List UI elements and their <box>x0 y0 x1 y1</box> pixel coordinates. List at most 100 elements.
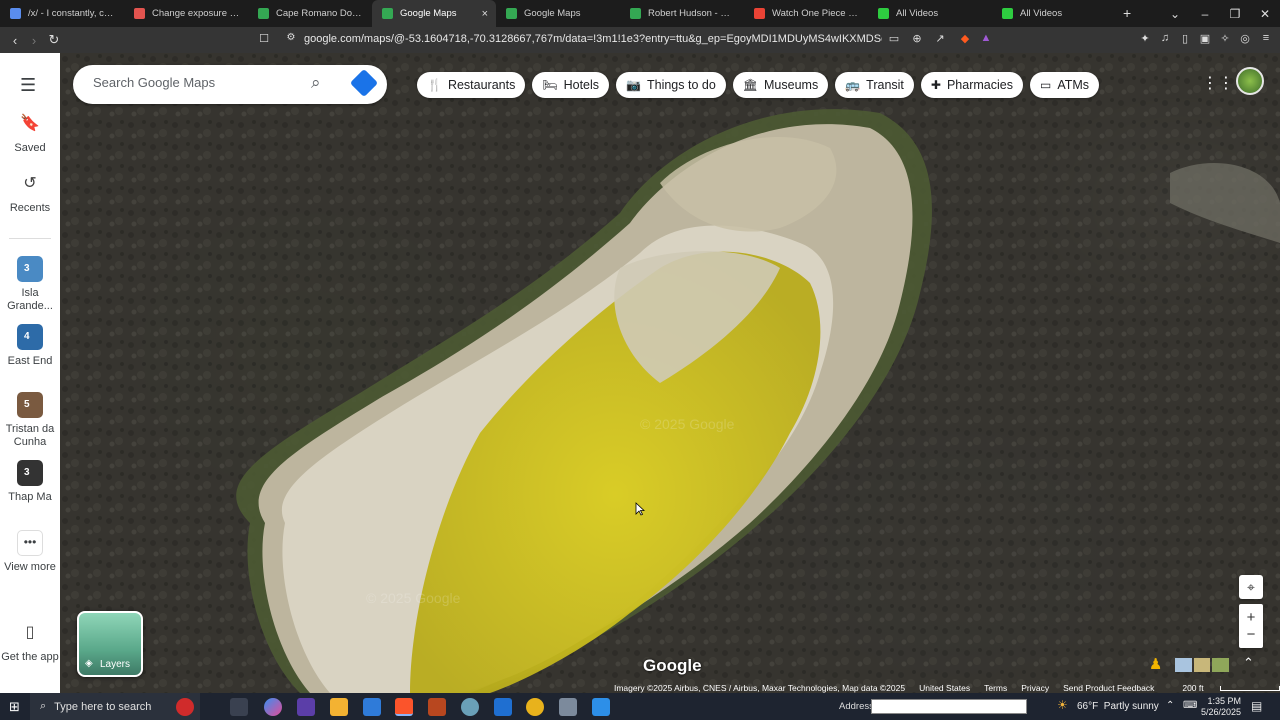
app-globe-icon[interactable] <box>461 698 479 716</box>
zoom-in-icon[interactable]: + <box>1247 609 1256 626</box>
chip-transit[interactable]: 🚌 Transit <box>835 72 914 98</box>
left-rail: ☰ 🔖 Saved ↺ Recents 3 Isla Grande... 4 East… <box>0 53 60 693</box>
reload-icon[interactable]: ↻ <box>44 30 64 50</box>
new-tab-button[interactable]: + <box>1123 5 1131 21</box>
expand-up-icon[interactable]: ⌃ <box>1243 655 1254 671</box>
brave-browser-icon[interactable] <box>395 698 413 716</box>
browser-menu-icon[interactable]: ≡ <box>1258 32 1274 44</box>
task-view-icon[interactable] <box>230 698 248 716</box>
rail-item-saved[interactable]: 🔖 Saved <box>0 116 60 155</box>
avatar[interactable] <box>1236 67 1264 95</box>
windows-start-icon[interactable]: ⊞ <box>9 699 20 715</box>
recent-place-item[interactable]: 3 Isla Grande... <box>0 256 60 313</box>
close-window-icon[interactable]: ✕ <box>1250 7 1280 21</box>
app-blue-icon[interactable] <box>494 698 512 716</box>
get-app-button[interactable]: ▯ Get the app <box>0 625 60 664</box>
search-box: ⌕ <box>73 65 387 104</box>
taskbar-search-icon: ⌕ <box>40 700 47 712</box>
browser-toolbar: ‹ › ↻ ☐ ⚙ google.com/maps/@-53.1604718,-… <box>0 27 1280 53</box>
browser-tab[interactable]: All Videos <box>992 0 1116 27</box>
view-more-button[interactable]: ••• View more <box>0 530 60 574</box>
search-input[interactable] <box>93 75 303 90</box>
browser-tab[interactable]: Google Maps × <box>372 0 496 27</box>
browser-tab[interactable]: Robert Hudson - Google <box>620 0 744 27</box>
chip-things-to-do[interactable]: 📷 Things to do <box>616 72 726 98</box>
zoom-icon[interactable]: ⊕ <box>909 32 925 45</box>
wallet-icon[interactable]: ▣ <box>1197 32 1213 45</box>
zoom-out-icon[interactable]: − <box>1247 626 1256 643</box>
file-explorer-icon[interactable] <box>330 698 348 716</box>
tab-title: Watch One Piece Episode <box>772 8 860 19</box>
address-toolbar-input[interactable] <box>871 699 1027 714</box>
street-view-pegman-icon[interactable]: ♟ <box>1149 655 1162 673</box>
clock-date[interactable]: 5/26/2025 <box>1197 707 1241 717</box>
cast-icon[interactable]: ▭ <box>886 32 902 45</box>
app-orange-icon[interactable] <box>428 698 446 716</box>
map-thumb-icon[interactable] <box>1175 658 1192 672</box>
share-icon[interactable]: ↗ <box>932 32 948 45</box>
minimize-icon[interactable]: – <box>1190 7 1220 21</box>
clock-time[interactable]: 1:35 PM <box>1203 696 1241 706</box>
maps-pin-icon <box>506 8 517 19</box>
flower-app-icon[interactable] <box>176 698 194 716</box>
privacy-link[interactable]: Privacy <box>1021 683 1049 693</box>
rail-item-recents[interactable]: ↺ Recents <box>0 176 60 215</box>
weather-text[interactable]: 66°F Partly sunny <box>1077 701 1159 712</box>
apps-grid-icon[interactable]: ⋮⋮ <box>1202 73 1234 93</box>
directions-icon[interactable] <box>349 68 379 98</box>
bookmark-page-icon[interactable]: ☐ <box>256 32 272 45</box>
tray-chevron-icon[interactable]: ⌃ <box>1166 700 1174 711</box>
browser-tab[interactable]: Cape Romano Dome Hou <box>248 0 372 27</box>
address-bar[interactable]: google.com/maps/@-53.1604718,-70.3128667… <box>304 33 882 45</box>
extensions-icon[interactable]: ✦ <box>1137 32 1153 45</box>
rewards-icon[interactable]: ▲ <box>978 32 994 44</box>
recent-place-item[interactable]: 3 Thap Ma <box>0 460 60 504</box>
notification-icon[interactable]: ▤ <box>1251 699 1262 713</box>
browser-tab[interactable]: All Videos <box>868 0 992 27</box>
app-yellow-icon[interactable] <box>526 698 544 716</box>
copilot-icon[interactable] <box>264 698 282 716</box>
chip-restaurants[interactable]: 🍴 Restaurants <box>417 72 526 98</box>
keyboard-icon[interactable]: ⌨ <box>1183 700 1197 711</box>
recent-place-item[interactable]: 4 East End <box>0 324 60 368</box>
feedback-link[interactable]: Send Product Feedback <box>1063 683 1154 693</box>
scale-label: 200 ft <box>1182 682 1204 693</box>
tab-search-chevron-icon[interactable]: ⌄ <box>1160 7 1190 21</box>
layers-button[interactable]: ◈ Layers <box>77 611 143 677</box>
leo-ai-icon[interactable]: ✧ <box>1217 32 1233 45</box>
chip-hotels[interactable]: 🛏 Hotels <box>532 72 610 98</box>
browser-tab[interactable]: /x/ - I constantly, constant <box>0 0 124 27</box>
map-type-thumbnails[interactable] <box>1175 658 1230 672</box>
media-icon[interactable]: ♫ <box>1157 32 1173 44</box>
chip-atms[interactable]: ▭ ATMs <box>1029 72 1100 98</box>
vscode-icon[interactable] <box>363 698 381 716</box>
taskbar-search[interactable]: ⌕ Type here to search <box>30 693 200 720</box>
forward-icon[interactable]: › <box>24 30 44 50</box>
restore-icon[interactable]: ❐ <box>1220 7 1250 21</box>
app-purple-icon[interactable] <box>297 698 315 716</box>
terrain-thumb-icon[interactable] <box>1193 658 1211 672</box>
menu-icon[interactable]: ☰ <box>20 75 36 96</box>
country-link[interactable]: United States <box>919 683 970 693</box>
chip-museums[interactable]: 🏛 Museums <box>732 72 829 98</box>
site-info-icon[interactable]: ⚙ <box>283 32 299 43</box>
chip-pharmacies[interactable]: ✚ Pharmacies <box>920 72 1023 98</box>
recent-place-count: 3 <box>24 263 30 274</box>
browser-tab[interactable]: Google Maps <box>496 0 620 27</box>
search-icon[interactable]: ⌕ <box>311 73 321 93</box>
app-grey-icon[interactable] <box>559 698 577 716</box>
brave-shield-icon[interactable]: ◆ <box>957 32 973 45</box>
browser-tab[interactable]: Watch One Piece Episode <box>744 0 868 27</box>
app-photos-icon[interactable] <box>592 698 610 716</box>
tab-close-icon[interactable]: × <box>482 8 488 20</box>
scale-bar[interactable]: 200 ft <box>1168 683 1280 693</box>
satellite-thumb-icon[interactable] <box>1212 658 1230 672</box>
terms-link[interactable]: Terms <box>984 683 1007 693</box>
satellite-map[interactable]: © 2025 Google © 2025 Google Google <box>60 53 1280 693</box>
sidebar-icon[interactable]: ▯ <box>1177 32 1193 45</box>
vpn-icon[interactable]: ◎ <box>1237 32 1253 45</box>
back-icon[interactable]: ‹ <box>5 30 25 50</box>
recent-place-item[interactable]: 5 Tristan da Cunha <box>0 392 60 449</box>
browser-tab[interactable]: Change exposure online <box>124 0 248 27</box>
my-location-icon[interactable]: ⌖ <box>1239 575 1263 599</box>
